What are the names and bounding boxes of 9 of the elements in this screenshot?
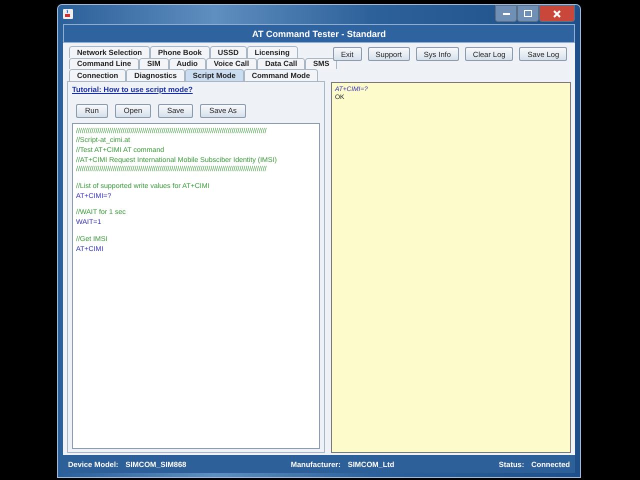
maximize-button[interactable]	[517, 5, 539, 22]
close-button[interactable]	[539, 5, 575, 22]
window-title: AT Command Tester - Standard	[63, 24, 575, 43]
close-icon	[553, 10, 561, 18]
minimize-icon	[502, 12, 510, 15]
coffee-cup-icon	[63, 8, 73, 18]
minimize-button[interactable]	[495, 5, 517, 22]
script-editor[interactable]	[72, 122, 320, 449]
maximize-icon	[524, 10, 532, 17]
